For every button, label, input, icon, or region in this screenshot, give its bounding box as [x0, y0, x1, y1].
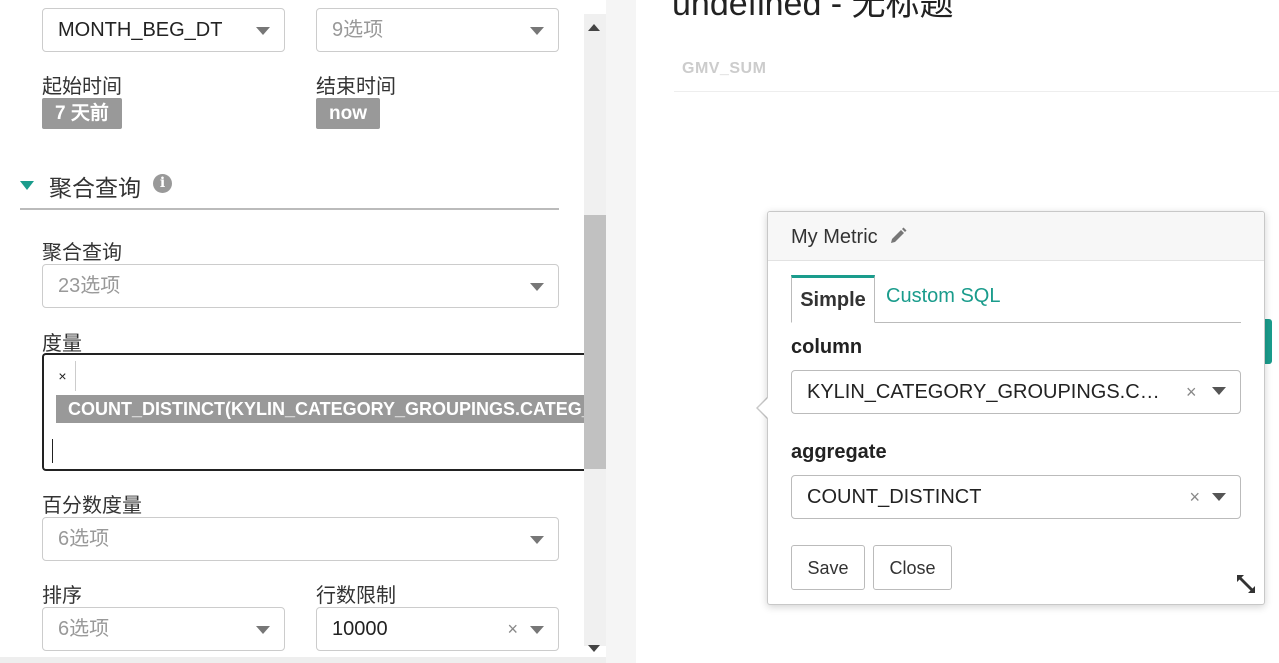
- scroll-up-icon[interactable]: [588, 24, 600, 31]
- chevron-down-icon: [530, 283, 544, 291]
- sort-select[interactable]: 6选项: [42, 607, 285, 651]
- popover-arrow-fill: [758, 397, 769, 419]
- popover-header: My Metric: [768, 212, 1264, 261]
- time-column-select[interactable]: MONTH_BEG_DT: [42, 8, 285, 52]
- expand-icon[interactable]: [1234, 572, 1258, 596]
- chevron-down-icon[interactable]: [1212, 387, 1226, 395]
- table-column-header[interactable]: GMV_SUM: [682, 60, 766, 78]
- panel-bottom-edge: [0, 657, 606, 663]
- chevron-down-icon[interactable]: [1212, 493, 1226, 501]
- chevron-down-icon: [530, 626, 544, 634]
- save-button[interactable]: Save: [791, 545, 865, 590]
- column-select[interactable]: KYLIN_CATEGORY_GROUPINGS.CATEG_LVL2_NAME: [791, 370, 1241, 414]
- caret-down-icon[interactable]: [20, 181, 34, 190]
- clear-icon[interactable]: ×: [507, 608, 518, 650]
- chevron-down-icon: [256, 27, 270, 35]
- close-button[interactable]: Close: [873, 545, 952, 590]
- since-label: 起始时间: [42, 76, 122, 98]
- groupby-label: 聚合查询: [42, 242, 122, 264]
- aggregate-label: aggregate: [791, 441, 887, 463]
- section-header[interactable]: 聚合查询 i: [20, 166, 559, 210]
- row-limit-select[interactable]: 10000 ×: [316, 607, 559, 651]
- metrics-label: 度量: [42, 333, 82, 355]
- sort-placeholder: 6选项: [58, 618, 110, 640]
- percent-metrics-placeholder: 6选项: [58, 528, 110, 550]
- remove-tag-icon[interactable]: ×: [50, 361, 76, 391]
- tab-simple[interactable]: Simple: [791, 275, 875, 323]
- time-grain-placeholder: 9选项: [332, 19, 384, 41]
- column-value: KYLIN_CATEGORY_GROUPINGS.CATEG_LVL2_NAME: [807, 381, 1240, 403]
- control-panel: MONTH_BEG_DT 9选项 起始时间 7 天前 结束时间 now 聚合查询…: [0, 0, 606, 663]
- groupby-select[interactable]: 23选项: [42, 264, 559, 308]
- clear-icon[interactable]: ×: [1189, 476, 1200, 518]
- clear-icon[interactable]: ×: [1186, 370, 1197, 414]
- scroll-down-icon[interactable]: [588, 645, 600, 652]
- time-grain-select[interactable]: 9选项: [316, 8, 559, 52]
- chevron-down-icon: [530, 27, 544, 35]
- run-button-edge[interactable]: [1264, 319, 1272, 364]
- percent-metrics-select[interactable]: 6选项: [42, 517, 559, 561]
- sort-label: 排序: [42, 585, 82, 607]
- panel-divider: [606, 0, 636, 663]
- text-cursor: [52, 439, 53, 463]
- info-icon[interactable]: i: [153, 174, 172, 193]
- row-limit-value: 10000: [332, 618, 388, 640]
- scrollbar-thumb[interactable]: [584, 215, 606, 469]
- since-badge[interactable]: 7 天前: [42, 98, 122, 129]
- chevron-down-icon: [530, 536, 544, 544]
- popover-title[interactable]: My Metric: [791, 226, 878, 249]
- pencil-icon[interactable]: [888, 226, 908, 246]
- until-label: 结束时间: [316, 76, 396, 98]
- tab-custom-sql[interactable]: Custom SQL: [886, 285, 1000, 308]
- table-header-rule: [674, 91, 1279, 92]
- groupby-placeholder: 23选项: [58, 275, 121, 297]
- aggregate-select[interactable]: COUNT_DISTINCT ×: [791, 475, 1241, 519]
- chevron-down-icon: [256, 626, 270, 634]
- metric-tag[interactable]: COUNT_DISTINCT(KYLIN_CATEGORY_GROUPINGS.…: [56, 395, 602, 423]
- column-label: column: [791, 336, 863, 358]
- until-badge[interactable]: now: [316, 98, 380, 129]
- metrics-multiselect[interactable]: × COUNT_DISTINCT(KYLIN_CATEGORY_GROUPING…: [42, 353, 602, 471]
- aggregate-value: COUNT_DISTINCT: [807, 486, 982, 508]
- row-limit-label: 行数限制: [316, 585, 396, 607]
- time-column-value: MONTH_BEG_DT: [58, 19, 223, 41]
- section-title: 聚合查询: [49, 175, 141, 201]
- metric-popover: My Metric Simple Custom SQL column KYLIN…: [767, 211, 1265, 605]
- chart-title[interactable]: undefined - 无标题: [672, 0, 954, 25]
- percent-metrics-label: 百分数度量: [42, 495, 142, 517]
